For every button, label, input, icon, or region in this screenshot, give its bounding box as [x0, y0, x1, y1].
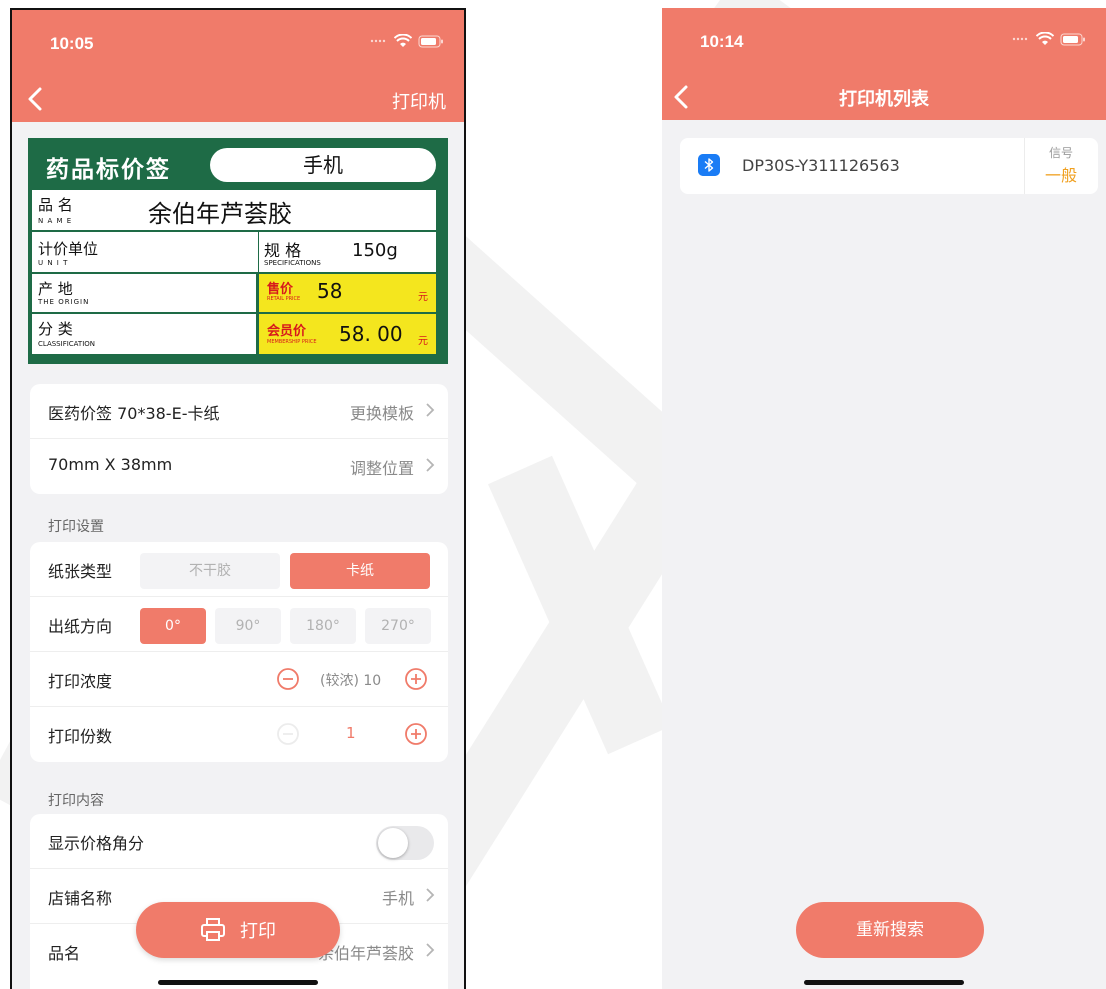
label-class-cn: 分 类 — [38, 320, 73, 338]
copies-value: 1 — [346, 724, 356, 742]
direction-option-180[interactable]: 180° — [290, 608, 356, 644]
direction-option-0[interactable]: 0° — [140, 608, 206, 644]
label-name-cn: 品 名 — [38, 196, 73, 214]
label-class-en: CLASSIFICATION — [38, 340, 95, 348]
density-label: 打印浓度 — [48, 672, 113, 691]
signal-label: 信号 — [1048, 146, 1073, 160]
copies-row: 打印份数 1 — [30, 707, 448, 762]
label-unit-row: 计价单位 U N I T 规 格 SPECIFICATIONS 150g — [32, 232, 436, 272]
size-row[interactable]: 70mm X 38mm 调整位置 — [30, 439, 448, 494]
label-unit-en: U N I T — [38, 259, 69, 267]
paper-option-card[interactable]: 卡纸 — [290, 553, 430, 589]
label-store-name: 手机 — [210, 148, 436, 182]
status-bar: 10:14 — [662, 8, 1106, 74]
chevron-right-icon — [426, 943, 435, 957]
direction-label: 出纸方向 — [48, 617, 113, 636]
label-size: 70mm X 38mm — [48, 455, 173, 474]
show-cents-label: 显示价格角分 — [48, 834, 145, 853]
device-name: DP30S-Y311126563 — [742, 156, 900, 175]
label-unit-cn: 计价单位 — [38, 240, 99, 258]
label-retail-en: RETAIL PRICE — [267, 296, 301, 302]
printer-device-item[interactable]: DP30S-Y311126563 信号 一般 — [680, 138, 1098, 194]
label-origin-cn: 产 地 — [38, 280, 73, 298]
change-template-link[interactable]: 更换模板 — [350, 400, 414, 424]
label-retail-value: 58 — [317, 279, 343, 303]
printer-list-screen: 10:14 打印机列表 DP30S-Y311126563 信号 一般 重新搜索 — [662, 8, 1106, 989]
density-plus-icon[interactable] — [404, 667, 428, 691]
show-cents-row: 显示价格角分 — [30, 814, 448, 869]
label-member-en: MEMBERSHIP PRICE — [267, 339, 317, 345]
signal-value: 一般 — [1044, 166, 1077, 185]
signal-dots-icon — [370, 39, 386, 43]
label-name-en: N A M E — [38, 217, 73, 225]
print-button[interactable]: 打印 — [136, 902, 340, 958]
status-icons — [370, 34, 444, 48]
status-time: 10:14 — [700, 32, 744, 51]
back-icon[interactable] — [22, 82, 52, 116]
label-member-yuan: 元 — [418, 336, 428, 347]
chevron-right-icon — [426, 888, 435, 902]
label-class-cell: 分 类 CLASSIFICATION — [32, 314, 256, 354]
bluetooth-icon — [698, 154, 720, 176]
label-name-value: 余伯年芦荟胶 — [148, 200, 292, 228]
label-member-cell: 会员价 MEMBERSHIP PRICE 58. 00 元 — [259, 314, 436, 354]
chevron-right-icon — [426, 458, 435, 472]
battery-icon — [418, 35, 443, 47]
wifi-icon — [1036, 32, 1054, 45]
paper-type-label: 纸张类型 — [48, 562, 113, 581]
store-name-label: 店铺名称 — [48, 889, 113, 908]
direction-option-90[interactable]: 90° — [215, 608, 281, 644]
print-settings-title: 打印设置 — [48, 519, 104, 535]
copies-minus-icon[interactable] — [276, 722, 300, 746]
label-retail-cn: 售价 — [267, 282, 294, 297]
home-indicator — [804, 980, 964, 985]
printer-link[interactable]: 打印机 — [392, 88, 446, 114]
nav-bar: 打印机列表 — [662, 74, 1106, 120]
label-spec-en: SPECIFICATIONS — [264, 259, 321, 267]
label-origin-cell: 产 地 THE ORIGIN — [32, 274, 256, 312]
paper-option-sticker[interactable]: 不干胶 — [140, 553, 280, 589]
printer-icon — [201, 918, 225, 941]
page-title: 打印机列表 — [839, 89, 929, 110]
density-minus-icon[interactable] — [276, 667, 300, 691]
nav-bar: 打印机 — [12, 76, 464, 122]
direction-row: 出纸方向 0° 90° 180° 270° — [30, 597, 448, 652]
density-value: (较浓) 10 — [320, 673, 382, 689]
battery-icon — [1060, 33, 1085, 45]
status-bar: 10:05 — [12, 10, 464, 76]
status-icons — [1012, 32, 1086, 46]
label-retail-cell: 售价 RETAIL PRICE 58 元 — [259, 274, 436, 312]
print-settings-screen: 10:05 打印机 药品标价签 手机 品 名 N A M E 余伯年芦荟胶 计价… — [10, 8, 466, 989]
template-row[interactable]: 医药价签 70*38-E-卡纸 更换模板 — [30, 384, 448, 439]
status-time: 10:05 — [50, 34, 94, 53]
label-spec-cn: 规 格 — [264, 241, 302, 260]
label-member-cn: 会员价 — [267, 324, 307, 339]
label-retail-yuan: 元 — [418, 292, 428, 303]
product-name-label: 品名 — [48, 944, 81, 963]
print-button-label: 打印 — [240, 921, 276, 942]
copies-label: 打印份数 — [48, 727, 113, 746]
print-settings-group: 纸张类型 不干胶 卡纸 出纸方向 0° 90° 180° 270° 打印浓度 (… — [30, 542, 448, 762]
store-name-value: 手机 — [381, 889, 414, 908]
price-label-preview: 药品标价签 手机 品 名 N A M E 余伯年芦荟胶 计价单位 U N I T… — [28, 138, 448, 364]
direction-option-270[interactable]: 270° — [365, 608, 431, 644]
print-content-title: 打印内容 — [48, 793, 104, 809]
show-cents-toggle[interactable] — [376, 826, 434, 860]
template-name: 医药价签 70*38-E-卡纸 — [48, 404, 220, 423]
label-title: 药品标价签 — [46, 157, 171, 183]
label-origin-en: THE ORIGIN — [38, 298, 90, 306]
signal-dots-icon — [1012, 37, 1028, 41]
template-group: 医药价签 70*38-E-卡纸 更换模板 70mm X 38mm 调整位置 — [30, 384, 448, 494]
label-spec-value: 150g — [352, 240, 398, 261]
re-search-button[interactable]: 重新搜索 — [796, 902, 984, 958]
label-name-row: 品 名 N A M E 余伯年芦荟胶 — [32, 190, 436, 230]
density-row: 打印浓度 (较浓) 10 — [30, 652, 448, 707]
paper-type-row: 纸张类型 不干胶 卡纸 — [30, 542, 448, 597]
copies-plus-icon[interactable] — [404, 722, 428, 746]
home-indicator — [158, 980, 318, 985]
adjust-position-link[interactable]: 调整位置 — [350, 455, 414, 479]
label-member-value: 58. 00 — [339, 322, 403, 346]
chevron-right-icon — [426, 403, 435, 417]
wifi-icon — [394, 34, 412, 47]
